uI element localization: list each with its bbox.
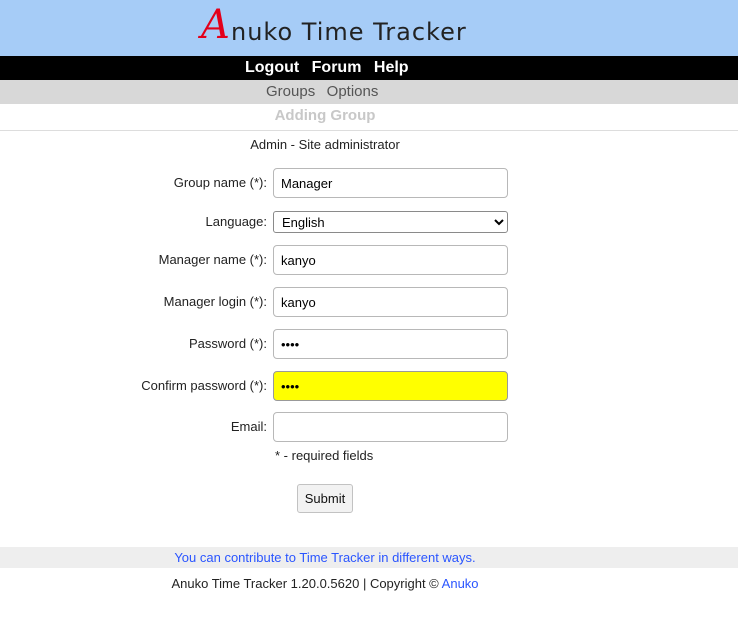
sub-nav-bar: Groups Options <box>0 80 738 104</box>
top-nav-bar: Logout Forum Help <box>0 56 738 80</box>
required-fields-note: * - required fields <box>275 448 374 463</box>
forum-link[interactable]: Forum <box>312 59 362 76</box>
language-select[interactable]: English <box>273 211 508 233</box>
logout-link[interactable]: Logout <box>245 59 299 76</box>
manager-login-label: Manager login (*): <box>163 294 267 309</box>
anuko-logo[interactable]: A nuko Time Tracker <box>201 2 466 48</box>
email-label: Email: <box>230 419 267 434</box>
page-title: Adding Group <box>274 107 376 124</box>
options-link[interactable]: Options <box>327 83 379 100</box>
contribute-link[interactable]: You can contribute to Time Tracker in di… <box>0 550 650 565</box>
group-name-label: Group name (*): <box>173 175 267 190</box>
password-row: Password (*): <box>0 329 738 359</box>
manager-login-row: Manager login (*): <box>0 287 738 317</box>
title-divider <box>0 130 738 131</box>
groups-link[interactable]: Groups <box>266 83 315 100</box>
email-input[interactable] <box>273 412 508 442</box>
logo-text: nuko Time Tracker <box>231 18 467 46</box>
group-name-row: Group name (*): <box>0 168 738 198</box>
manager-name-row: Manager name (*): <box>0 245 738 275</box>
group-name-input[interactable] <box>273 168 508 198</box>
logo-initial: A <box>201 2 230 48</box>
contribute-bar: You can contribute to Time Tracker in di… <box>0 547 738 568</box>
confirm-password-row: Confirm password (*): <box>0 371 738 401</box>
email-row: Email: <box>0 412 738 442</box>
manager-name-input[interactable] <box>273 245 508 275</box>
help-link[interactable]: Help <box>374 59 409 76</box>
footer: Anuko Time Tracker 1.20.0.5620 | Copyrig… <box>0 576 650 591</box>
user-info: Admin - Site administrator <box>250 137 400 152</box>
confirm-password-label: Confirm password (*): <box>141 378 267 393</box>
password-input[interactable] <box>273 329 508 359</box>
language-label: Language: <box>205 214 267 229</box>
anuko-link[interactable]: Anuko <box>442 576 479 591</box>
manager-name-label: Manager name (*): <box>158 252 267 267</box>
app-header: A nuko Time Tracker <box>0 0 738 56</box>
submit-button[interactable]: Submit <box>297 484 353 513</box>
password-label: Password (*): <box>188 336 267 351</box>
confirm-password-input[interactable] <box>273 371 508 401</box>
manager-login-input[interactable] <box>273 287 508 317</box>
language-row: Language: English <box>0 207 738 237</box>
footer-text: Anuko Time Tracker 1.20.0.5620 | Copyrig… <box>171 576 439 591</box>
